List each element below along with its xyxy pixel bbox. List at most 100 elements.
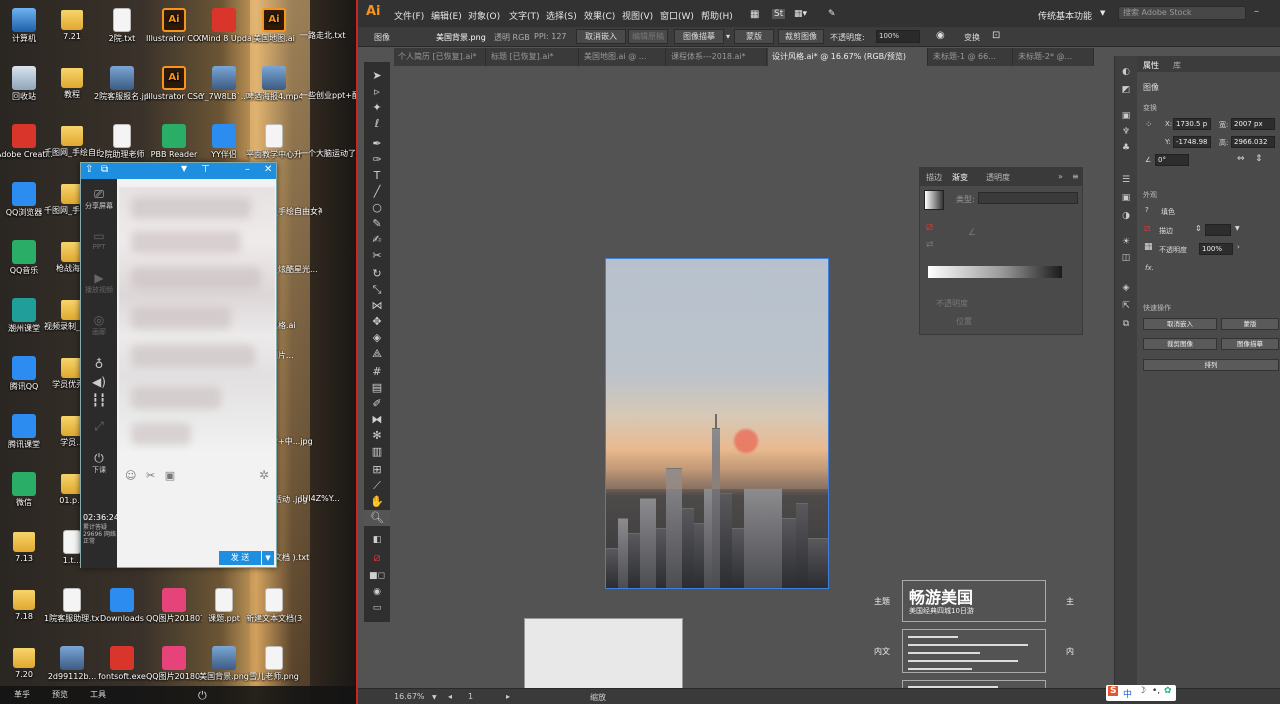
hand-tool-icon[interactable]: ✋ xyxy=(364,494,390,510)
menu-object[interactable]: 对象(O) xyxy=(468,9,500,22)
blank-artboard-thumbnail[interactable] xyxy=(524,618,683,690)
desktop-icon[interactable]: 啤酒海报4.mp4 xyxy=(246,66,302,102)
desktop-icon[interactable]: 2院助理老师 xyxy=(94,124,150,160)
emoji-icon[interactable]: ☺ xyxy=(125,469,136,482)
menu-window[interactable]: 窗口(W) xyxy=(660,9,694,22)
play-video-button[interactable]: ▶ 播放视频 xyxy=(81,271,117,295)
chevron-down-icon[interactable]: ▼ xyxy=(1100,9,1105,17)
menu-help[interactable]: 帮助(H) xyxy=(701,9,733,22)
lasso-icon[interactable]: ℓ xyxy=(364,116,390,132)
share-icon[interactable]: ⇪ xyxy=(85,164,93,175)
selection-tool-icon[interactable]: ➤ xyxy=(364,68,390,84)
desktop-icon[interactable]: Ai Illustrator CS6 xyxy=(146,66,202,102)
brush-icon[interactable]: ✎ xyxy=(828,9,836,19)
symbol-sprayer-icon[interactable]: ✻ xyxy=(364,428,390,444)
appearance-icon[interactable]: ☀ xyxy=(1119,236,1133,248)
next-artboard-icon[interactable]: ▸ xyxy=(506,692,510,701)
tab-document[interactable]: 标题 [已恢复].ai* xyxy=(487,48,579,66)
fill-none-icon[interactable]: ? xyxy=(1145,206,1149,214)
direct-selection-tool-icon[interactable]: ▹ xyxy=(364,84,390,100)
desktop-icon[interactable]: XMind 8 Update 2 xyxy=(196,8,252,44)
linked-filename[interactable]: 美国背景.png xyxy=(436,32,486,43)
menu-select[interactable]: 选择(S) xyxy=(546,9,577,22)
desktop-icon[interactable]: 7.21 xyxy=(44,8,100,42)
stroke-none-icon[interactable]: ⧄ xyxy=(926,220,933,234)
artboards-icon[interactable]: ⧉ xyxy=(1119,318,1133,330)
color-mode-icon[interactable]: ■◻ xyxy=(364,568,390,584)
height-input[interactable]: 2966.032 xyxy=(1231,136,1275,148)
draw-mode-icon[interactable]: ◉ xyxy=(364,584,390,600)
desktop-icon-label[interactable]: 风格.ai xyxy=(270,320,326,331)
desktop-icon[interactable]: 课题.ppt xyxy=(196,588,252,624)
layout-icon[interactable]: ▦▾ xyxy=(794,9,807,19)
graphic-styles-icon[interactable]: ◫ xyxy=(1119,252,1133,264)
equalizer-button[interactable]: ┇┇ xyxy=(81,393,117,407)
desktop-icon[interactable]: QQ图片20180724... xyxy=(146,588,202,624)
desktop-icon[interactable]: fontsoft.exe xyxy=(94,646,150,682)
desktop-icon[interactable]: 美国背景.png xyxy=(196,646,252,682)
magic-wand-icon[interactable]: ✦ xyxy=(364,100,390,116)
fx-icon[interactable]: fx. xyxy=(1145,264,1154,272)
curvature-tool-icon[interactable]: ✑ xyxy=(364,152,390,168)
arrange-grid-icon[interactable]: ▦ xyxy=(750,9,759,20)
crop-image-button[interactable]: 裁剪图像 xyxy=(778,29,824,44)
puppet-warp-icon[interactable]: ✥ xyxy=(364,314,390,330)
menu-view[interactable]: 视图(V) xyxy=(622,9,653,22)
zoom-level[interactable]: 16.67% xyxy=(394,692,425,701)
desktop-icon[interactable]: Ai Illustrator CC 2018 xyxy=(146,8,202,44)
column-graph-icon[interactable]: ▥ xyxy=(364,444,390,460)
unembed-button[interactable]: 取消嵌入 xyxy=(1143,318,1217,330)
stroke-none-icon[interactable]: ⧄ xyxy=(1144,223,1150,234)
desktop-icon[interactable]: YY伴侣 xyxy=(196,124,252,160)
tab-gradient[interactable]: 渐变 xyxy=(952,172,968,183)
microphone-button[interactable]: ♁ xyxy=(81,357,117,371)
gradient-tool-icon[interactable]: ▤ xyxy=(364,380,390,396)
export-icon[interactable]: ⇱ xyxy=(1119,300,1133,312)
layers-icon[interactable]: ◈ xyxy=(1119,282,1133,294)
artboard-number[interactable]: 1 xyxy=(468,692,473,701)
mask-button[interactable]: 蒙版 xyxy=(734,29,774,44)
color-guide-icon[interactable]: ◩ xyxy=(1119,84,1133,96)
flip-horizontal-icon[interactable]: ⇔ xyxy=(1237,154,1245,164)
desktop-icon-label[interactable]: 一些创业ppt+配乐2.pptx xyxy=(300,90,356,101)
workspace-switcher[interactable]: 传统基本功能 xyxy=(1038,9,1092,22)
chevron-right-icon[interactable]: › xyxy=(1237,243,1240,251)
shape-builder-icon[interactable]: ◈ xyxy=(364,330,390,346)
power-icon[interactable]: ⏻ xyxy=(198,689,207,703)
taskbar-item-left[interactable]: 革乎 xyxy=(14,689,30,700)
taskbar-item-preview[interactable]: 预览 xyxy=(52,689,68,700)
menu-edit[interactable]: 编辑(E) xyxy=(431,9,462,22)
paintbrush-icon[interactable]: ✎ xyxy=(364,216,390,232)
edit-original-button[interactable]: 编辑原稿 xyxy=(628,29,668,44)
close-icon[interactable]: ✕ xyxy=(264,164,272,175)
desktop-icon[interactable]: 平面教学中心升级... xyxy=(246,124,302,160)
scale-tool-icon[interactable]: ⤡ xyxy=(364,282,390,298)
crop-image-button[interactable]: 裁剪图像 xyxy=(1143,338,1217,350)
share-screen-button[interactable]: ⎚ 分享屏幕 xyxy=(81,187,117,211)
angle-input[interactable]: 0° xyxy=(1155,154,1189,166)
send-button[interactable]: 发 送 xyxy=(219,551,261,565)
image-icon[interactable]: ▣ xyxy=(1119,110,1133,122)
width-tool-icon[interactable]: ⋈ xyxy=(364,298,390,314)
stock-badge[interactable]: St xyxy=(772,9,786,19)
tab-stroke[interactable]: 描边 xyxy=(926,172,942,183)
line-tool-icon[interactable]: ╱ xyxy=(364,184,390,200)
pen-tool-icon[interactable]: ✒ xyxy=(364,136,390,152)
stroke-weight-input[interactable] xyxy=(1205,224,1231,236)
prev-artboard-icon[interactable]: ◂ xyxy=(448,692,452,701)
desktop-icon-label[interactable]: 一个大脑运动了2.ai xyxy=(300,148,356,159)
flip-vertical-icon[interactable]: ⇕ xyxy=(1255,154,1263,164)
blend-tool-icon[interactable]: ⧓ xyxy=(364,412,390,428)
opacity-input[interactable]: 100% xyxy=(1199,243,1233,255)
desktop-icon[interactable]: 1院客服助理.txt xyxy=(44,588,100,624)
brush-icon[interactable]: ♆ xyxy=(1119,126,1133,138)
adobe-stock-search[interactable]: 搜索 Adobe Stock xyxy=(1118,6,1246,20)
image-trace-button[interactable]: 图像描摹 xyxy=(674,29,724,44)
gradient-type-select[interactable] xyxy=(978,192,1078,204)
send-options-chevron-icon[interactable]: ▼ xyxy=(262,551,274,565)
gradient-slider[interactable] xyxy=(928,266,1062,278)
desktop-icon[interactable]: PBB Reader xyxy=(146,124,202,160)
y-input[interactable]: -1748.98 xyxy=(1173,136,1211,148)
mesh-tool-icon[interactable]: # xyxy=(364,364,390,380)
desktop-icon[interactable]: QQ图片20180724... xyxy=(146,646,202,682)
